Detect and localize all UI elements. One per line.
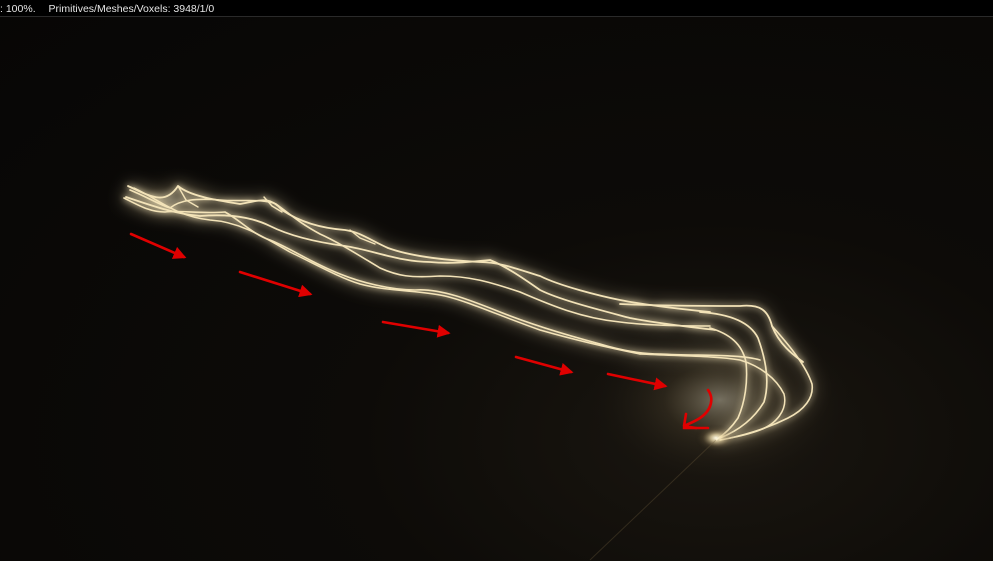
primitive-count: Primitives/Meshes/Voxels: 3948/1/0 (48, 3, 215, 15)
render-viewport[interactable]: : 100%. Primitives/Meshes/Voxels: 3948/1… (0, 0, 993, 561)
zoom-readout: : 100%. (0, 3, 36, 15)
flow-arrow-3 (381, 320, 451, 338)
flow-arrow-2 (238, 270, 313, 298)
render-canvas (100, 165, 860, 561)
ambient-glow (580, 310, 860, 490)
flow-arrow-1 (129, 232, 187, 259)
streamline (263, 196, 283, 213)
flow-arrow-4 (514, 355, 574, 376)
status-bar: : 100%. Primitives/Meshes/Voxels: 3948/1… (0, 0, 993, 17)
